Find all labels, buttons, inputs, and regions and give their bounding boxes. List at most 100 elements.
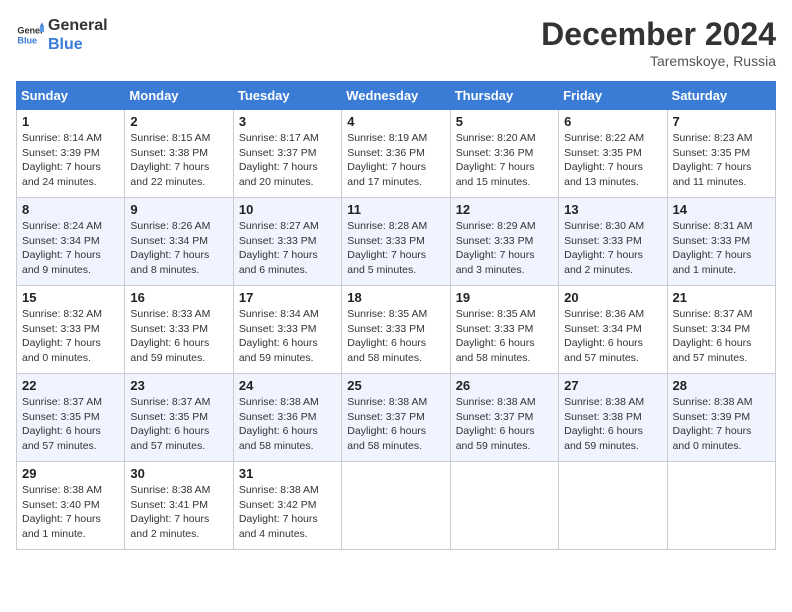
day-number: 13 — [564, 202, 661, 217]
calendar-cell — [667, 462, 775, 550]
cell-content: Sunrise: 8:38 AMSunset: 3:36 PMDaylight:… — [239, 396, 319, 452]
cell-content: Sunrise: 8:28 AMSunset: 3:33 PMDaylight:… — [347, 220, 427, 276]
day-number: 1 — [22, 114, 119, 129]
weekday-header-thursday: Thursday — [450, 82, 558, 110]
day-number: 26 — [456, 378, 553, 393]
logo-blue-text: Blue — [48, 35, 108, 54]
cell-content: Sunrise: 8:38 AMSunset: 3:40 PMDaylight:… — [22, 484, 102, 540]
logo-icon: General Blue — [16, 21, 44, 49]
calendar-cell: 14 Sunrise: 8:31 AMSunset: 3:33 PMDaylig… — [667, 198, 775, 286]
logo-general-text: General — [48, 16, 108, 35]
calendar-cell: 30 Sunrise: 8:38 AMSunset: 3:41 PMDaylig… — [125, 462, 233, 550]
day-number: 25 — [347, 378, 444, 393]
cell-content: Sunrise: 8:34 AMSunset: 3:33 PMDaylight:… — [239, 308, 319, 364]
cell-content: Sunrise: 8:33 AMSunset: 3:33 PMDaylight:… — [130, 308, 210, 364]
day-number: 28 — [673, 378, 770, 393]
cell-content: Sunrise: 8:30 AMSunset: 3:33 PMDaylight:… — [564, 220, 644, 276]
calendar-cell: 7 Sunrise: 8:23 AMSunset: 3:35 PMDayligh… — [667, 110, 775, 198]
cell-content: Sunrise: 8:38 AMSunset: 3:42 PMDaylight:… — [239, 484, 319, 540]
logo: General Blue General Blue — [16, 16, 108, 54]
cell-content: Sunrise: 8:38 AMSunset: 3:41 PMDaylight:… — [130, 484, 210, 540]
week-row-2: 8 Sunrise: 8:24 AMSunset: 3:34 PMDayligh… — [17, 198, 776, 286]
weekday-header-row: SundayMondayTuesdayWednesdayThursdayFrid… — [17, 82, 776, 110]
calendar-cell: 31 Sunrise: 8:38 AMSunset: 3:42 PMDaylig… — [233, 462, 341, 550]
calendar-cell: 23 Sunrise: 8:37 AMSunset: 3:35 PMDaylig… — [125, 374, 233, 462]
day-number: 10 — [239, 202, 336, 217]
day-number: 21 — [673, 290, 770, 305]
cell-content: Sunrise: 8:23 AMSunset: 3:35 PMDaylight:… — [673, 132, 753, 188]
cell-content: Sunrise: 8:37 AMSunset: 3:34 PMDaylight:… — [673, 308, 753, 364]
day-number: 23 — [130, 378, 227, 393]
day-number: 27 — [564, 378, 661, 393]
calendar-cell: 11 Sunrise: 8:28 AMSunset: 3:33 PMDaylig… — [342, 198, 450, 286]
cell-content: Sunrise: 8:31 AMSunset: 3:33 PMDaylight:… — [673, 220, 753, 276]
day-number: 2 — [130, 114, 227, 129]
cell-content: Sunrise: 8:19 AMSunset: 3:36 PMDaylight:… — [347, 132, 427, 188]
day-number: 19 — [456, 290, 553, 305]
day-number: 31 — [239, 466, 336, 481]
cell-content: Sunrise: 8:35 AMSunset: 3:33 PMDaylight:… — [456, 308, 536, 364]
calendar-cell: 18 Sunrise: 8:35 AMSunset: 3:33 PMDaylig… — [342, 286, 450, 374]
title-block: December 2024 Taremskoye, Russia — [541, 16, 776, 69]
cell-content: Sunrise: 8:36 AMSunset: 3:34 PMDaylight:… — [564, 308, 644, 364]
day-number: 9 — [130, 202, 227, 217]
cell-content: Sunrise: 8:15 AMSunset: 3:38 PMDaylight:… — [130, 132, 210, 188]
cell-content: Sunrise: 8:24 AMSunset: 3:34 PMDaylight:… — [22, 220, 102, 276]
cell-content: Sunrise: 8:27 AMSunset: 3:33 PMDaylight:… — [239, 220, 319, 276]
calendar-cell: 1 Sunrise: 8:14 AMSunset: 3:39 PMDayligh… — [17, 110, 125, 198]
day-number: 5 — [456, 114, 553, 129]
day-number: 30 — [130, 466, 227, 481]
calendar-cell — [450, 462, 558, 550]
day-number: 20 — [564, 290, 661, 305]
day-number: 8 — [22, 202, 119, 217]
calendar-cell: 27 Sunrise: 8:38 AMSunset: 3:38 PMDaylig… — [559, 374, 667, 462]
calendar-cell: 24 Sunrise: 8:38 AMSunset: 3:36 PMDaylig… — [233, 374, 341, 462]
weekday-header-sunday: Sunday — [17, 82, 125, 110]
cell-content: Sunrise: 8:37 AMSunset: 3:35 PMDaylight:… — [130, 396, 210, 452]
svg-text:Blue: Blue — [17, 36, 37, 46]
calendar-cell: 8 Sunrise: 8:24 AMSunset: 3:34 PMDayligh… — [17, 198, 125, 286]
calendar-cell: 21 Sunrise: 8:37 AMSunset: 3:34 PMDaylig… — [667, 286, 775, 374]
cell-content: Sunrise: 8:22 AMSunset: 3:35 PMDaylight:… — [564, 132, 644, 188]
month-title: December 2024 — [541, 16, 776, 53]
cell-content: Sunrise: 8:38 AMSunset: 3:37 PMDaylight:… — [347, 396, 427, 452]
cell-content: Sunrise: 8:38 AMSunset: 3:37 PMDaylight:… — [456, 396, 536, 452]
cell-content: Sunrise: 8:37 AMSunset: 3:35 PMDaylight:… — [22, 396, 102, 452]
calendar-cell: 6 Sunrise: 8:22 AMSunset: 3:35 PMDayligh… — [559, 110, 667, 198]
location-title: Taremskoye, Russia — [541, 53, 776, 69]
calendar-table: SundayMondayTuesdayWednesdayThursdayFrid… — [16, 81, 776, 550]
cell-content: Sunrise: 8:29 AMSunset: 3:33 PMDaylight:… — [456, 220, 536, 276]
day-number: 11 — [347, 202, 444, 217]
calendar-cell: 25 Sunrise: 8:38 AMSunset: 3:37 PMDaylig… — [342, 374, 450, 462]
calendar-cell: 26 Sunrise: 8:38 AMSunset: 3:37 PMDaylig… — [450, 374, 558, 462]
cell-content: Sunrise: 8:20 AMSunset: 3:36 PMDaylight:… — [456, 132, 536, 188]
calendar-cell: 13 Sunrise: 8:30 AMSunset: 3:33 PMDaylig… — [559, 198, 667, 286]
cell-content: Sunrise: 8:14 AMSunset: 3:39 PMDaylight:… — [22, 132, 102, 188]
day-number: 4 — [347, 114, 444, 129]
weekday-header-tuesday: Tuesday — [233, 82, 341, 110]
calendar-cell — [559, 462, 667, 550]
calendar-cell: 4 Sunrise: 8:19 AMSunset: 3:36 PMDayligh… — [342, 110, 450, 198]
day-number: 16 — [130, 290, 227, 305]
cell-content: Sunrise: 8:17 AMSunset: 3:37 PMDaylight:… — [239, 132, 319, 188]
cell-content: Sunrise: 8:38 AMSunset: 3:39 PMDaylight:… — [673, 396, 753, 452]
calendar-cell: 10 Sunrise: 8:27 AMSunset: 3:33 PMDaylig… — [233, 198, 341, 286]
day-number: 17 — [239, 290, 336, 305]
calendar-cell: 9 Sunrise: 8:26 AMSunset: 3:34 PMDayligh… — [125, 198, 233, 286]
week-row-3: 15 Sunrise: 8:32 AMSunset: 3:33 PMDaylig… — [17, 286, 776, 374]
weekday-header-wednesday: Wednesday — [342, 82, 450, 110]
day-number: 29 — [22, 466, 119, 481]
weekday-header-monday: Monday — [125, 82, 233, 110]
calendar-cell: 20 Sunrise: 8:36 AMSunset: 3:34 PMDaylig… — [559, 286, 667, 374]
day-number: 14 — [673, 202, 770, 217]
calendar-cell: 2 Sunrise: 8:15 AMSunset: 3:38 PMDayligh… — [125, 110, 233, 198]
calendar-cell: 16 Sunrise: 8:33 AMSunset: 3:33 PMDaylig… — [125, 286, 233, 374]
week-row-5: 29 Sunrise: 8:38 AMSunset: 3:40 PMDaylig… — [17, 462, 776, 550]
calendar-cell: 29 Sunrise: 8:38 AMSunset: 3:40 PMDaylig… — [17, 462, 125, 550]
calendar-cell: 22 Sunrise: 8:37 AMSunset: 3:35 PMDaylig… — [17, 374, 125, 462]
day-number: 24 — [239, 378, 336, 393]
day-number: 15 — [22, 290, 119, 305]
calendar-cell: 28 Sunrise: 8:38 AMSunset: 3:39 PMDaylig… — [667, 374, 775, 462]
weekday-header-friday: Friday — [559, 82, 667, 110]
week-row-1: 1 Sunrise: 8:14 AMSunset: 3:39 PMDayligh… — [17, 110, 776, 198]
